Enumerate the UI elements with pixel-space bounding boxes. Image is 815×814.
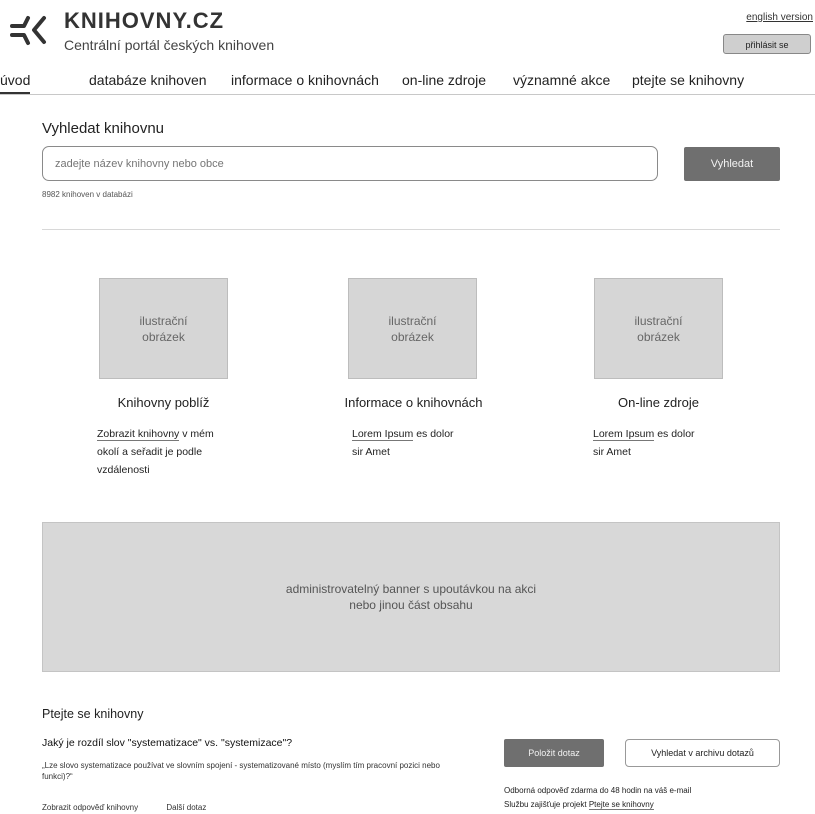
image-placeholder-text: ilustrační <box>139 313 188 328</box>
ptejte-se-knihovny-link[interactable]: Ptejte se knihovny <box>588 800 654 810</box>
english-version-link[interactable]: english version <box>746 12 813 23</box>
search-archive-button[interactable]: Vyhledat v archivu dotazů <box>625 739 780 767</box>
banner-text: nebo jinou část obsahu <box>349 598 473 612</box>
search-title: Vyhledat knihovnu <box>42 120 165 137</box>
card-text-line: v mém <box>179 428 214 440</box>
card-text-line: sir Amet <box>593 446 631 458</box>
illustration-image-info: ilustrační obrázek <box>348 278 477 379</box>
show-libraries-link[interactable]: Zobrazit knihovny <box>97 428 180 441</box>
card-title-info: Informace o knihovnách <box>344 395 483 410</box>
library-search-input[interactable] <box>42 146 658 181</box>
main-nav: úvod databáze knihoven informace o kniho… <box>0 70 815 95</box>
search-button[interactable]: Vyhledat <box>684 147 780 181</box>
card-title-online: On-line zdroje <box>618 395 699 410</box>
card-text-nearby: Zobrazit knihovny v mém okolí a seřadit … <box>97 425 277 479</box>
show-answer-link[interactable]: Zobrazit odpověď knihovny <box>42 803 138 812</box>
banner-text: administrovatelný banner s upoutávkou na… <box>285 582 537 596</box>
question-title[interactable]: Jaký je rozdíl slov "systematizace" vs. … <box>42 737 292 749</box>
card-title-nearby: Knihovny poblíž <box>117 395 210 410</box>
brand-subtitle: Centrální portál českých knihoven <box>64 37 275 53</box>
card-text-line: okolí a seřadit je podle <box>97 446 203 458</box>
library-count: 8982 knihoven v databázi <box>42 190 133 199</box>
card-text-info: Lorem Ipsum es dolor sir Amet <box>352 425 502 461</box>
divider <box>42 229 780 230</box>
nav-item-vyznamne-akce[interactable]: významné akce <box>513 72 610 88</box>
question-links: Zobrazit odpověď knihovny Další dotaz <box>42 803 232 812</box>
nav-item-databaze-knihoven[interactable]: databáze knihoven <box>89 72 207 88</box>
image-placeholder-text: obrázek <box>391 329 434 344</box>
lorem-ipsum-link[interactable]: Lorem Ipsum <box>593 428 655 441</box>
logo-icon <box>10 16 46 45</box>
image-placeholder-text: obrázek <box>637 329 680 344</box>
answer-info: Odborná odpověď zdarma do 48 hodin na vá… <box>504 784 691 812</box>
lorem-ipsum-link[interactable]: Lorem Ipsum <box>352 428 414 441</box>
card-text-line: es dolor <box>654 428 695 440</box>
card-text-line: es dolor <box>413 428 454 440</box>
brand-title[interactable]: KNIHOVNY.CZ <box>64 8 224 34</box>
card-text-online: Lorem Ipsum es dolor sir Amet <box>593 425 743 461</box>
answer-info-line: Odborná odpověď zdarma do 48 hodin na vá… <box>504 786 692 795</box>
nav-item-informace-o-knihovnach[interactable]: informace o knihovnách <box>231 72 379 88</box>
ask-question-button[interactable]: Položit dotaz <box>504 739 604 767</box>
nav-item-uvod[interactable]: úvod <box>0 72 31 94</box>
nav-item-ptejte-se-knihovny[interactable]: ptejte se knihovny <box>632 72 744 88</box>
image-placeholder-text: ilustrační <box>388 313 437 328</box>
nav-item-online-zdroje[interactable]: on-line zdroje <box>402 72 486 88</box>
ask-section-title: Ptejte se knihovny <box>42 707 144 721</box>
card-text-line: sir Amet <box>352 446 390 458</box>
login-button[interactable]: přihlásit se <box>723 34 811 54</box>
next-question-link[interactable]: Další dotaz <box>166 803 206 812</box>
answer-info-line: Službu zajišťuje projekt <box>504 800 589 809</box>
illustration-image-nearby: ilustrační obrázek <box>99 278 228 379</box>
illustration-image-online: ilustrační obrázek <box>594 278 723 379</box>
image-placeholder-text: obrázek <box>142 329 185 344</box>
card-text-line: vzdálenosti <box>97 464 150 476</box>
admin-banner[interactable]: administrovatelný banner s upoutávkou na… <box>42 522 780 672</box>
image-placeholder-text: ilustrační <box>634 313 683 328</box>
question-text: „Lze slovo systematizace používat ve slo… <box>42 761 440 781</box>
